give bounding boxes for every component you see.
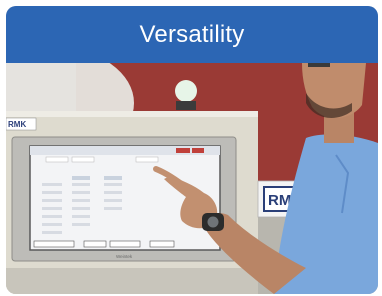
hmi-nav-button-2	[83, 240, 107, 248]
hmi-col-header-1	[72, 176, 90, 180]
hmi-red-indicator-2	[192, 148, 204, 153]
hmi-title-bar	[30, 146, 220, 155]
hmi-brand-label: Weintek	[116, 254, 133, 259]
card-header: Versatility	[6, 6, 378, 63]
wall-logo-text: RM	[268, 192, 291, 209]
signal-light	[175, 80, 197, 102]
hmi-nav-button-4	[149, 240, 175, 248]
hmi-nav-button-3	[109, 240, 141, 248]
card-title: Versatility	[139, 20, 245, 48]
hmi-tab-1	[45, 156, 69, 163]
hmi-tab-3	[135, 156, 159, 163]
hmi-nav-button-1	[33, 240, 75, 248]
hmi-red-indicator	[176, 148, 190, 153]
hmi-col-header-2	[104, 176, 122, 180]
feature-card: Versatility RMK Weintek RM	[6, 6, 378, 294]
operator-glasses	[308, 63, 330, 67]
panel-top-edge	[6, 111, 258, 117]
panel-logo-text: RMK	[8, 120, 26, 129]
hmi-tab-2	[71, 156, 95, 163]
feature-photo: RMK Weintek RM	[6, 63, 378, 294]
signal-light-base	[176, 101, 196, 110]
operator-photo: RMK Weintek RM	[6, 63, 378, 294]
watch-face	[207, 216, 219, 228]
panel-lower-section	[6, 268, 258, 294]
